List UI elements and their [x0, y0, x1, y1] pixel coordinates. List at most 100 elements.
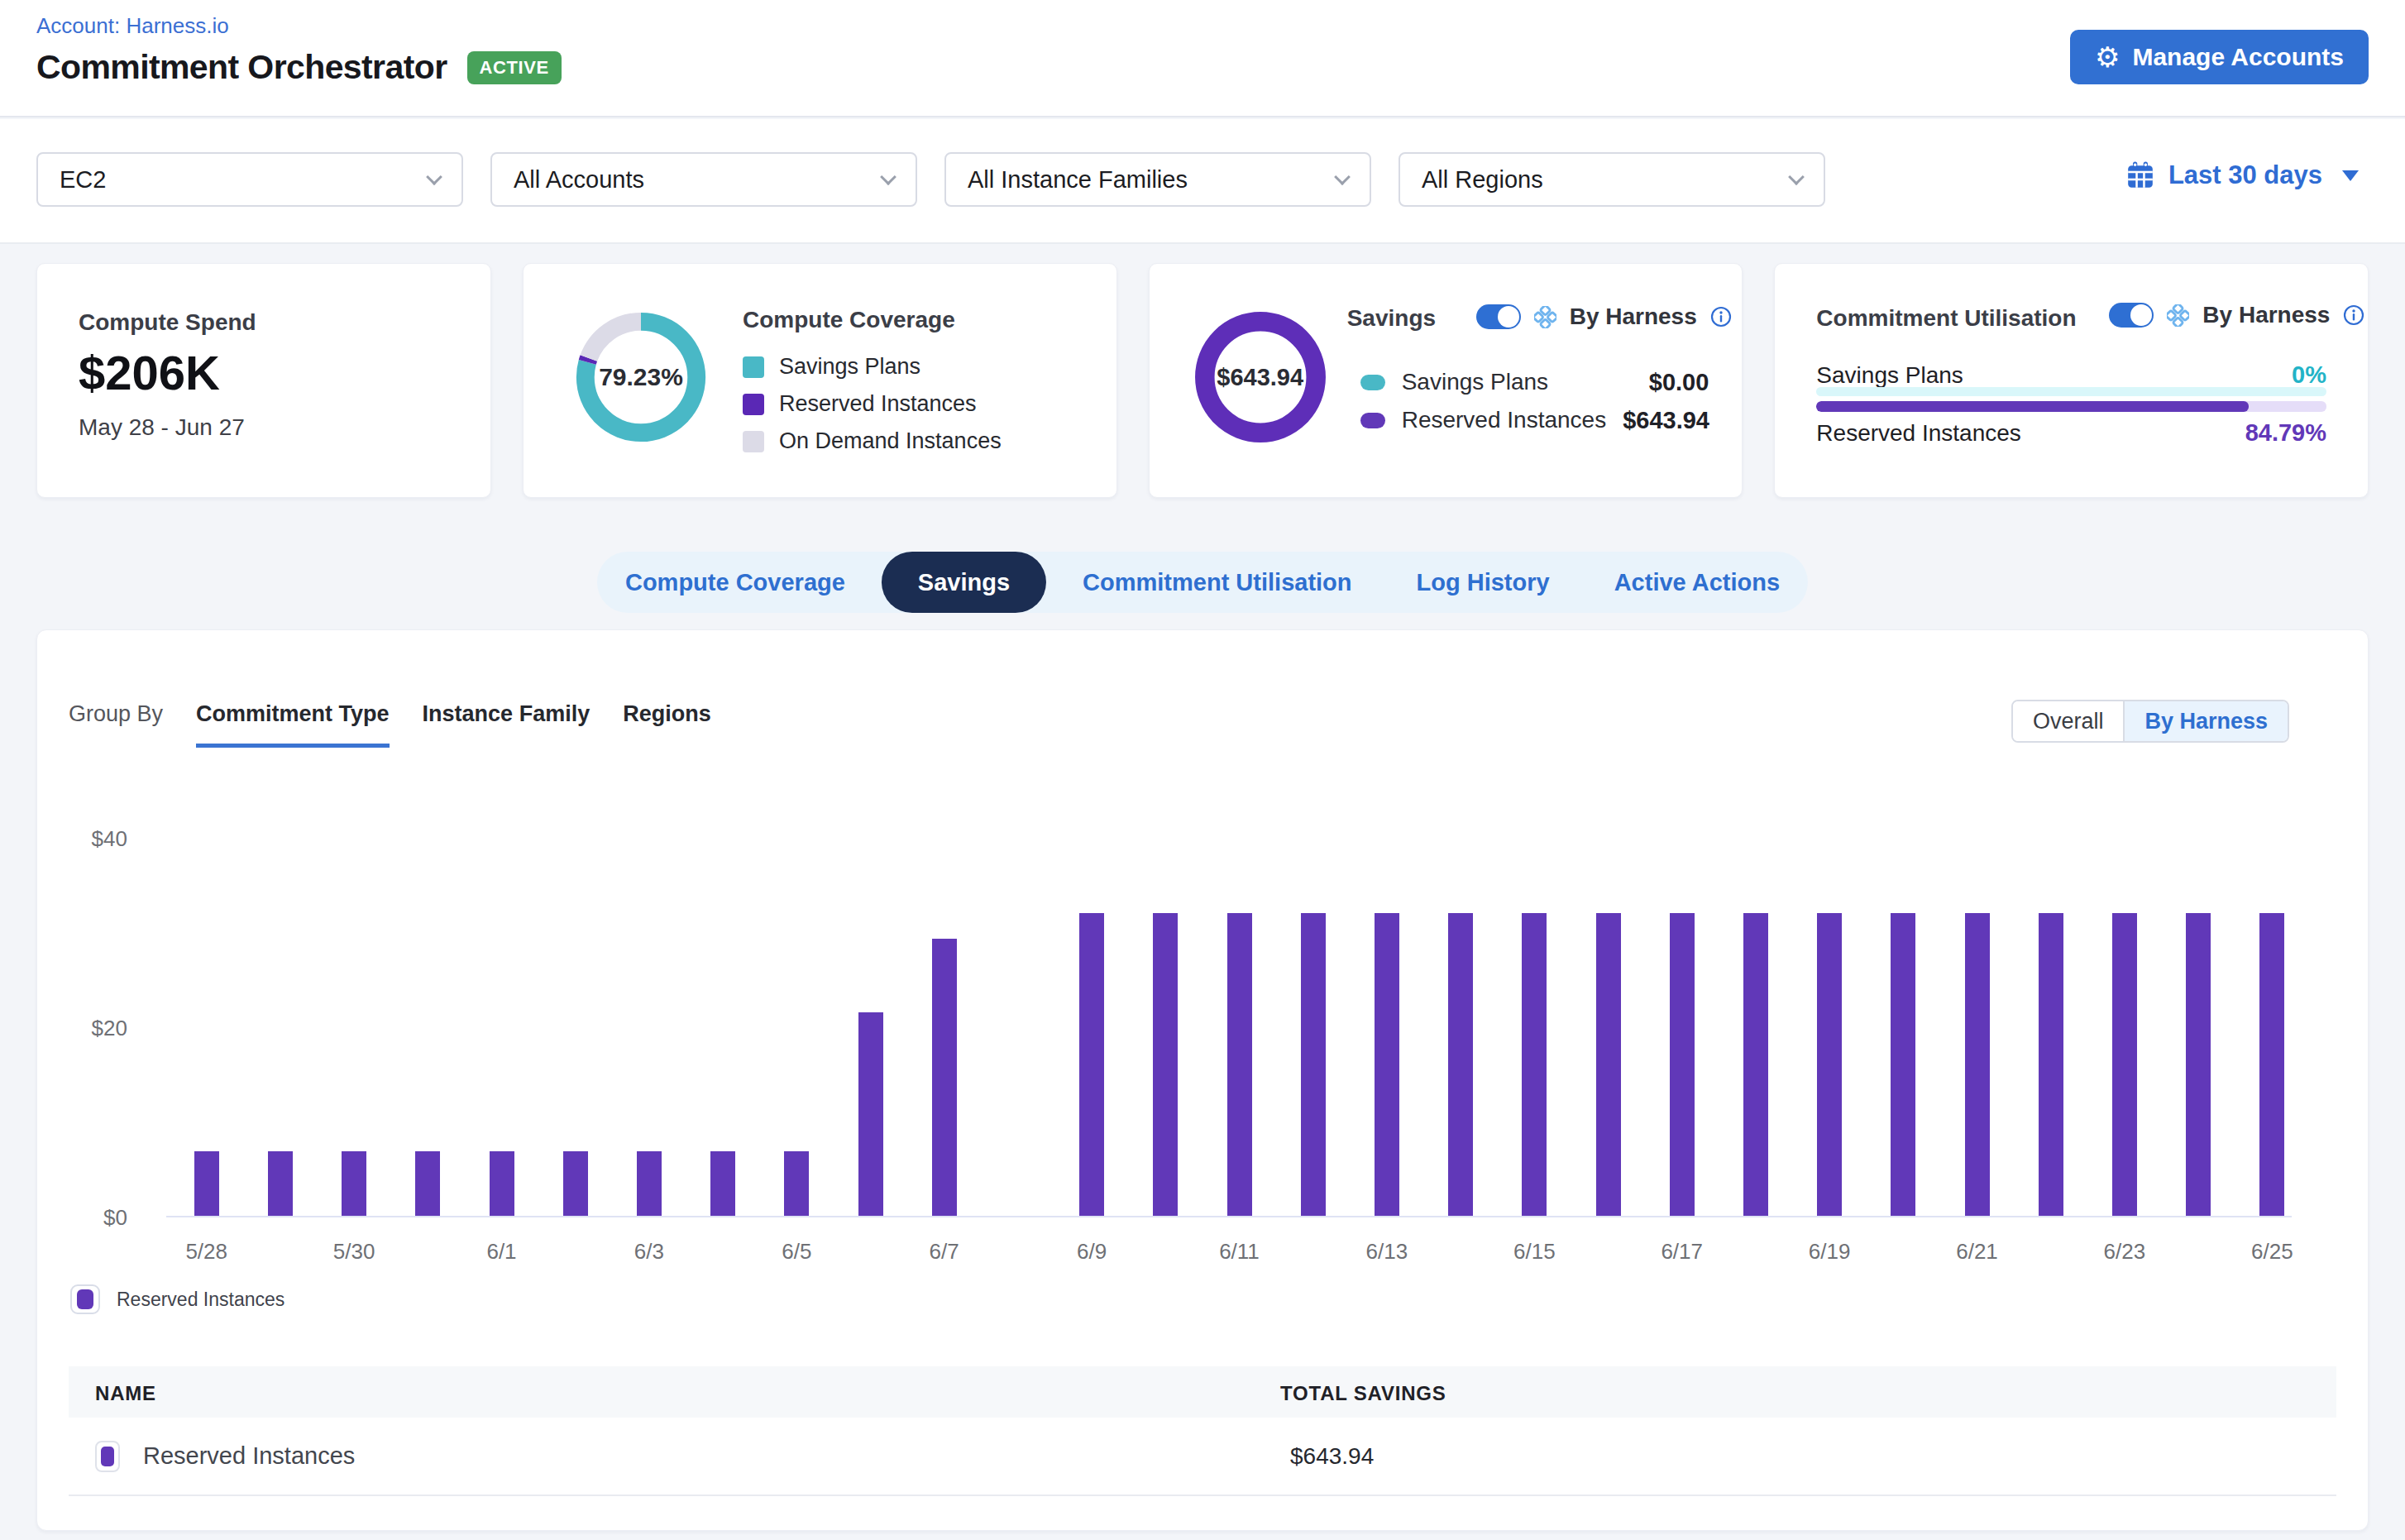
harness-logo-icon: [2167, 304, 2189, 327]
legend-label: Reserved Instances: [117, 1289, 284, 1311]
x-axis-label: 6/25: [2251, 1239, 2293, 1265]
bar-6/19: [1817, 913, 1842, 1216]
savings-by-harness-toggle[interactable]: [1476, 304, 1521, 329]
chevron-down-icon: [880, 169, 896, 185]
chevron-down-icon: [1334, 169, 1351, 185]
reserved-instances-progress: [1816, 401, 2326, 412]
page-title: Commitment Orchestrator: [36, 48, 447, 87]
bar-6/9: [1079, 913, 1104, 1216]
x-axis-label: 6/3: [634, 1239, 664, 1265]
date-range-picker[interactable]: Last 30 days: [2125, 160, 2359, 190]
bar-6/18: [1743, 913, 1768, 1216]
info-icon[interactable]: [2343, 304, 2364, 326]
x-axis-label: 6/5: [782, 1239, 811, 1265]
y-axis-label: $40: [53, 826, 127, 852]
row-total-savings: $643.94: [1290, 1443, 1374, 1470]
chevron-down-icon: [1788, 169, 1805, 185]
x-axis-label: 6/11: [1219, 1239, 1260, 1265]
bar-6/24: [2186, 913, 2211, 1216]
bar-6/23: [2112, 913, 2137, 1216]
filter-select[interactable]: All Regions: [1399, 152, 1825, 207]
savings-donut: $643.94: [1191, 308, 1330, 447]
x-axis-label: 6/9: [1077, 1239, 1107, 1265]
summary-cards: Compute Spend $206K May 28 - Jun 27 79.2…: [36, 263, 2369, 498]
x-axis-label: 6/15: [1513, 1239, 1556, 1265]
group-by-regions[interactable]: Regions: [623, 701, 711, 748]
utilisation-row: Savings Plans0%: [1816, 361, 2326, 389]
filter-select[interactable]: All Instance Families: [944, 152, 1371, 207]
legend-checkbox[interactable]: [70, 1284, 100, 1314]
by-harness-label: By Harness: [2202, 302, 2330, 328]
x-axis-label: 6/13: [1366, 1239, 1408, 1265]
compute-coverage-card: 79.23% Compute Coverage Savings PlansRes…: [523, 263, 1117, 498]
group-by-instance-family[interactable]: Instance Family: [423, 701, 590, 748]
bar-6/2: [563, 1151, 588, 1216]
group-by-row: Group By Commitment TypeInstance FamilyR…: [69, 701, 711, 748]
savings-title: Savings: [1347, 305, 1436, 332]
savings-legend-item: Reserved Instances$643.94: [1360, 401, 1709, 439]
savings-bar-chart: 5/285/306/16/36/56/76/96/116/136/156/176…: [166, 839, 2292, 1217]
compute-coverage-donut: 79.23%: [571, 308, 710, 447]
x-axis-label: 6/21: [1956, 1239, 1998, 1265]
status-badge: ACTIVE: [467, 51, 562, 84]
utilisation-by-harness-toggle[interactable]: [2109, 303, 2154, 328]
bar-6/20: [1891, 913, 1915, 1216]
view-overall[interactable]: Overall: [2013, 701, 2124, 741]
bar-5/28: [194, 1151, 219, 1216]
tab-active-actions[interactable]: Active Actions: [1614, 569, 1780, 596]
chart-legend: Reserved Instances: [70, 1284, 284, 1314]
commitment-utilisation-card: Commitment Utilisation By Harness Saving…: [1774, 263, 2369, 498]
group-by-commitment-type[interactable]: Commitment Type: [196, 701, 390, 748]
compute-coverage-title: Compute Coverage: [743, 307, 955, 333]
bar-6/6: [858, 1012, 883, 1216]
tab-compute-coverage[interactable]: Compute Coverage: [625, 569, 845, 596]
coverage-legend-item: On Demand Instances: [743, 423, 1002, 460]
compute-spend-period: May 28 - Jun 27: [79, 414, 245, 441]
row-name: Reserved Instances: [143, 1442, 355, 1470]
bar-6/13: [1375, 913, 1399, 1216]
utilisation-row: Reserved Instances84.79%: [1816, 419, 2326, 447]
savings-plans-progress: [1816, 387, 2326, 396]
x-axis-label: 6/17: [1661, 1239, 1703, 1265]
tab-log-history[interactable]: Log History: [1417, 569, 1550, 596]
page-header: Account: Harness.io Commitment Orchestra…: [0, 0, 2405, 117]
info-icon[interactable]: [1710, 306, 1732, 328]
row-swatch: [95, 1441, 120, 1472]
x-axis-label: 5/28: [185, 1239, 227, 1265]
filter-bar: EC2 All Accounts All Instance Families All …: [0, 119, 2405, 244]
bar-6/15: [1522, 913, 1547, 1216]
bar-5/30: [342, 1151, 366, 1216]
x-axis-label: 6/19: [1809, 1239, 1851, 1265]
calendar-icon: [2125, 160, 2155, 190]
bar-6/16: [1596, 913, 1621, 1216]
bar-6/5: [784, 1151, 809, 1216]
section-tabs: Compute Coverage Savings Commitment Utilis…: [597, 552, 1808, 613]
filter-select[interactable]: All Accounts: [490, 152, 917, 207]
coverage-legend-item: Reserved Instances: [743, 385, 1002, 423]
manage-accounts-button[interactable]: ⚙ Manage Accounts: [2070, 30, 2369, 84]
account-breadcrumb-link[interactable]: Account: Harness.io: [36, 13, 229, 39]
y-axis-label: $0: [53, 1205, 127, 1231]
bar-6/10: [1153, 913, 1178, 1216]
coverage-percent: 79.23%: [571, 308, 710, 447]
harness-logo-icon: [1534, 306, 1556, 328]
compute-spend-card: Compute Spend $206K May 28 - Jun 27: [36, 263, 491, 498]
bar-5/29: [268, 1151, 293, 1216]
bar-6/12: [1301, 913, 1326, 1216]
view-by-harness[interactable]: By Harness: [2123, 701, 2288, 741]
tab-commitment-utilisation[interactable]: Commitment Utilisation: [1083, 569, 1351, 596]
col-name: NAME: [95, 1382, 156, 1405]
tab-savings[interactable]: Savings: [882, 552, 1046, 613]
table-row[interactable]: Reserved Instances $643.94: [69, 1418, 2336, 1496]
coverage-legend-item: Savings Plans: [743, 348, 1002, 385]
compute-spend-value: $206K: [79, 345, 220, 400]
filter-select[interactable]: EC2: [36, 152, 463, 207]
compute-spend-title: Compute Spend: [79, 309, 256, 336]
bar-6/22: [2039, 913, 2063, 1216]
chevron-down-icon: [2342, 170, 2359, 181]
bar-5/31: [415, 1151, 440, 1216]
savings-panel: Group By Commitment TypeInstance FamilyR…: [36, 629, 2369, 1531]
savings-total: $643.94: [1191, 308, 1330, 447]
savings-legend-item: Savings Plans$0.00: [1360, 363, 1709, 401]
bar-6/14: [1448, 913, 1473, 1216]
